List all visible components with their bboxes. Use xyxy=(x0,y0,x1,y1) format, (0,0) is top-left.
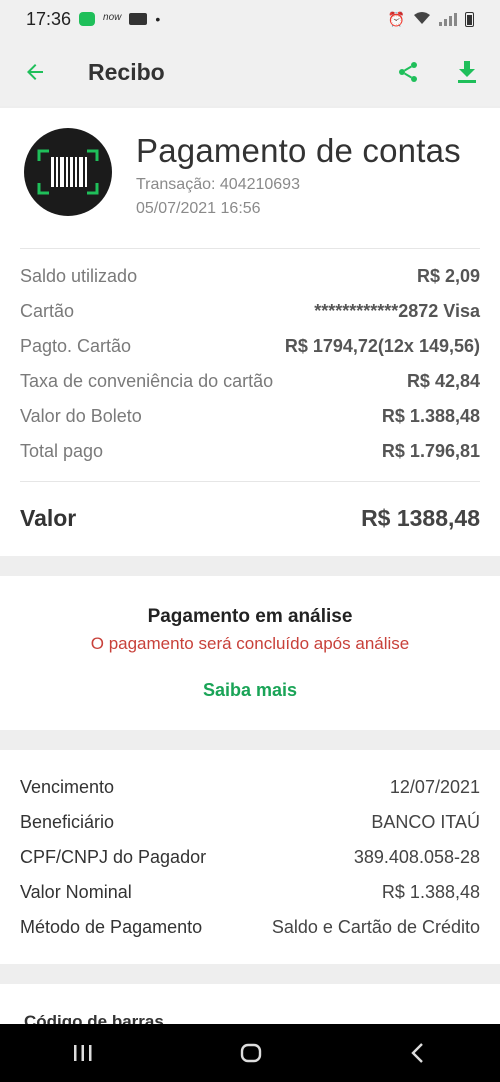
row-label: Taxa de conveniência do cartão xyxy=(20,371,274,391)
row-label: Método de Pagamento xyxy=(20,917,203,937)
share-icon xyxy=(399,62,417,82)
row-value: 389.408.058-28 xyxy=(353,847,480,867)
app-box-icon xyxy=(129,13,148,25)
total-row: Valor R$ 1388,48 xyxy=(0,482,500,554)
receipt-card: Pagamento de contas Transação: 404210693… xyxy=(0,108,500,556)
transaction-id: Transação: 404210693 xyxy=(136,176,300,193)
total-value: R$ 1388,48 xyxy=(361,504,480,531)
analysis-title: Pagamento em análise xyxy=(147,606,353,627)
barcode-scan-icon xyxy=(37,149,99,195)
row-value: R$ 2,09 xyxy=(416,266,480,286)
back-nav-button[interactable] xyxy=(408,1041,428,1065)
battery-icon xyxy=(465,11,474,27)
home-button[interactable] xyxy=(239,1041,263,1065)
status-indicators: ⏰ xyxy=(388,11,474,28)
detail-row: Método de Pagamento Saldo e Cartão de Cré… xyxy=(20,910,480,945)
chevron-left-icon xyxy=(410,1043,423,1063)
barcode-avatar xyxy=(24,128,112,216)
row-label: Saldo utilizado xyxy=(20,266,138,286)
barcode-label: Código de barras xyxy=(24,1012,164,1024)
row-value: R$ 1.388,48 xyxy=(381,406,480,426)
share-button[interactable] xyxy=(396,60,420,84)
status-time: 17:36 xyxy=(26,8,72,29)
detail-row: Beneficiário BANCO ITAÚ xyxy=(20,805,480,840)
download-icon xyxy=(458,61,476,83)
status-bar: 17:36 now • ⏰ xyxy=(0,0,500,38)
detail-row: CPF/CNPJ do Pagador 389.408.058-28 xyxy=(20,840,480,875)
row-label: CPF/CNPJ do Pagador xyxy=(20,847,207,867)
alarm-icon: ⏰ xyxy=(387,10,405,27)
total-label: Valor xyxy=(20,504,77,531)
row-label: Valor Nominal xyxy=(20,882,132,902)
arrow-left-icon xyxy=(27,64,43,80)
barcode-card: Código de barras xyxy=(0,984,500,1024)
receipt-row: Saldo utilizado R$ 2,09 xyxy=(20,259,480,294)
back-button[interactable] xyxy=(22,59,48,85)
row-value: 12/07/2021 xyxy=(389,777,480,797)
row-label: Beneficiário xyxy=(20,812,115,832)
appbar-actions xyxy=(396,60,478,84)
signal-icon xyxy=(439,12,457,26)
receipt-row: Cartão ************2872 Visa xyxy=(20,294,480,329)
learn-more-link[interactable]: Saiba mais xyxy=(203,680,297,701)
row-label: Valor do Boleto xyxy=(20,406,142,426)
detail-row: Valor Nominal R$ 1.388,48 xyxy=(20,875,480,910)
analysis-card: Pagamento em análise O pagamento será co… xyxy=(0,576,500,730)
app-now-label: now xyxy=(103,12,122,23)
receipt-row: Taxa de conveniência do cartão R$ 42,84 xyxy=(20,364,480,399)
more-notifications-dot: • xyxy=(155,11,161,27)
recent-apps-button[interactable] xyxy=(72,1043,94,1063)
page-title: Recibo xyxy=(88,58,165,85)
system-nav-bar xyxy=(0,1024,500,1082)
row-value: Saldo e Cartão de Crédito xyxy=(271,917,480,937)
row-value: BANCO ITAÚ xyxy=(371,812,480,832)
row-value: R$ 1794,72(12x 149,56) xyxy=(284,336,480,356)
row-label: Vencimento xyxy=(20,777,115,797)
receipt-row: Pagto. Cartão R$ 1794,72(12x 149,56) xyxy=(20,329,480,364)
row-label: Total pago xyxy=(20,441,104,461)
row-value: R$ 1.796,81 xyxy=(381,441,480,461)
analysis-subtitle: O pagamento será concluído após análise xyxy=(90,634,410,653)
receipt-row: Total pago R$ 1.796,81 xyxy=(20,434,480,469)
detail-row: Vencimento 12/07/2021 xyxy=(20,770,480,805)
download-button[interactable] xyxy=(456,60,478,84)
row-value: ************2872 Visa xyxy=(314,301,480,321)
receipt-row: Valor do Boleto R$ 1.388,48 xyxy=(20,399,480,434)
home-icon xyxy=(240,1043,262,1063)
recent-apps-icon xyxy=(74,1045,92,1061)
app-bar: Recibo xyxy=(0,38,500,106)
transaction-datetime: 05/07/2021 16:56 xyxy=(136,200,261,217)
row-value: R$ 1.388,48 xyxy=(381,882,480,902)
app-notification-icon xyxy=(79,12,96,26)
details-card: Vencimento 12/07/2021 Beneficiário BANCO I… xyxy=(0,750,500,964)
row-value: R$ 42,84 xyxy=(406,371,480,391)
row-label: Pagto. Cartão xyxy=(20,336,132,356)
wifi-icon xyxy=(413,11,431,28)
receipt-title: Pagamento de contas xyxy=(136,132,461,169)
row-label: Cartão xyxy=(20,301,75,321)
